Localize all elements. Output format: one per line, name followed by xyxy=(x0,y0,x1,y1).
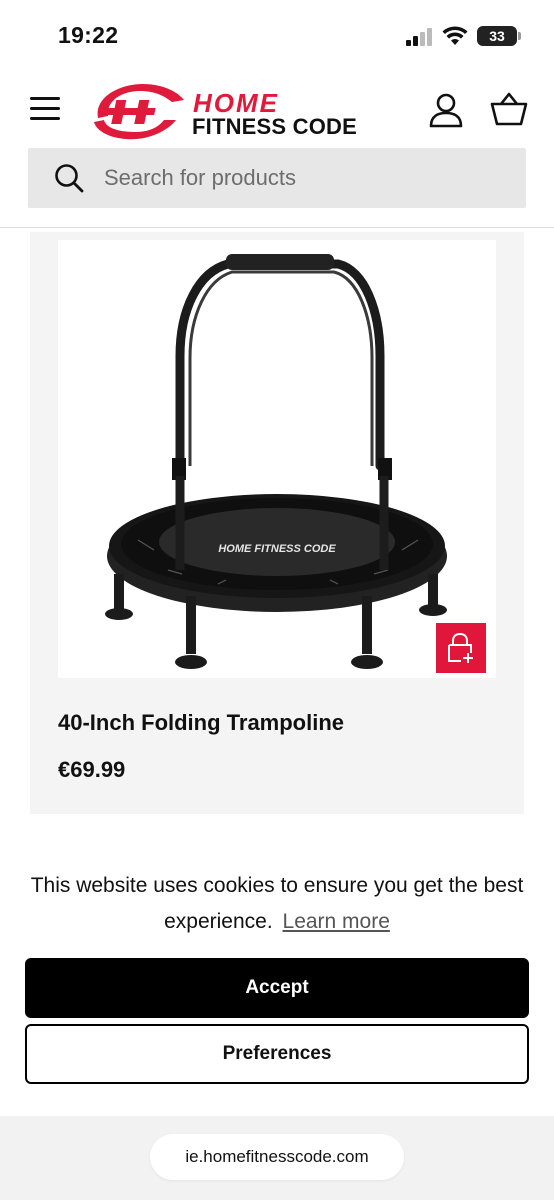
wifi-icon xyxy=(442,26,468,45)
learn-more-link[interactable]: Learn more xyxy=(283,910,390,933)
trampoline-illustration: HOME FITNESS CODE xyxy=(105,254,447,669)
cookie-message: This website uses cookies to ensure you … xyxy=(24,868,530,940)
basket-icon[interactable] xyxy=(490,92,528,126)
trampoline-image[interactable]: HOME FITNESS CODE xyxy=(58,240,496,678)
cellular-signal-icon xyxy=(406,28,432,46)
product-price: €69.99 xyxy=(58,757,126,782)
browser-bottom-bar: ie.homefitnesscode.com xyxy=(0,1116,554,1200)
svg-text:HOME FITNESS CODE: HOME FITNESS CODE xyxy=(218,543,336,555)
status-time: 19:22 xyxy=(58,22,119,48)
product-card[interactable]: HOME FITNESS CODE 40-Inch Folding Trampo… xyxy=(30,232,524,814)
search-icon[interactable] xyxy=(54,163,84,193)
battery-icon: 33 xyxy=(477,26,521,46)
search-bar[interactable] xyxy=(28,148,526,208)
hamburger-menu-icon[interactable] xyxy=(30,97,60,121)
logo-mark-icon xyxy=(94,84,184,140)
logo-text-fitness-code: FITNESS CODE xyxy=(192,114,357,139)
user-icon[interactable] xyxy=(428,92,464,128)
search-input[interactable] xyxy=(104,148,504,208)
quick-add-button[interactable] xyxy=(436,623,486,673)
accept-button[interactable]: Accept xyxy=(25,958,529,1018)
cookie-banner: This website uses cookies to ensure you … xyxy=(0,826,554,1116)
product-title[interactable]: 40-Inch Folding Trampoline xyxy=(58,710,344,736)
preferences-button[interactable]: Preferences xyxy=(25,1024,529,1084)
lock-plus-icon xyxy=(448,633,473,663)
status-bar: 19:22 33 xyxy=(0,0,554,70)
site-header: HOME FITNESS CODE xyxy=(0,70,554,228)
home-fitness-code-logo[interactable]: HOME FITNESS CODE xyxy=(88,76,380,146)
cookie-message-text: This website uses cookies to ensure you … xyxy=(30,874,524,933)
address-bar[interactable]: ie.homefitnesscode.com xyxy=(150,1134,404,1180)
